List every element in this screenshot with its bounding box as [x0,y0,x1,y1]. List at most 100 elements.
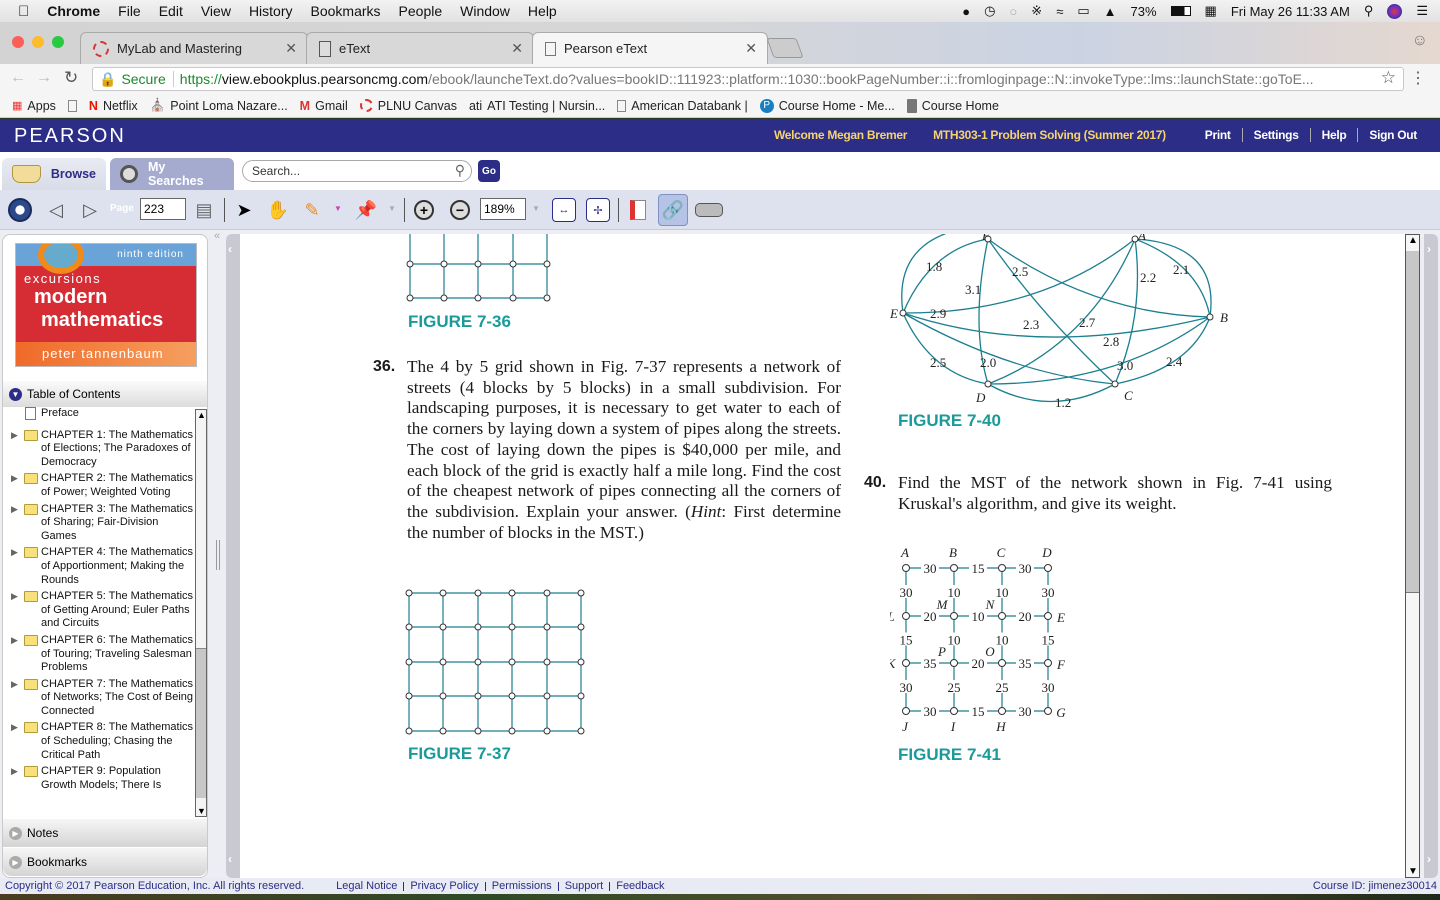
bookmarks-panel-header[interactable]: ▶ Bookmarks [3,848,207,876]
url-bar[interactable]: 🔒 Secure https:// view.ebookplus.pearson… [92,67,1404,91]
scroll-down-icon[interactable]: ▼ [197,806,206,816]
page-scrollbar[interactable]: ▲ ▼ [1405,234,1420,878]
expand-arrow-icon[interactable]: ▶ [11,546,18,560]
menu-history[interactable]: History [249,3,293,19]
back-icon[interactable]: ← [10,69,26,87]
chat-icon[interactable]: ○ [1009,4,1017,19]
evernote-icon[interactable]: ● [962,4,970,19]
history-clock-icon[interactable] [8,198,32,222]
tab-browse[interactable]: Browse [2,158,106,190]
apple-icon[interactable]:  [18,3,29,20]
menu-view[interactable]: View [201,3,231,19]
expand-arrow-icon[interactable]: ▶ [11,634,18,648]
previous-page-icon[interactable]: ◁ [44,198,68,222]
presentation-projector-icon[interactable] [694,198,724,222]
siri-icon[interactable] [1387,3,1403,19]
link-icon[interactable]: 🔗 [658,194,688,226]
legal-notice-link[interactable]: Legal Notice [330,880,403,891]
help-link[interactable]: Help [1309,128,1358,142]
bookmark-course-home-me[interactable]: P Course Home - Me... [759,98,895,113]
volume-icon[interactable]: ▲ [1104,4,1117,19]
hand-pan-icon[interactable]: ✋ [266,198,290,222]
calendar-icon[interactable]: ▦ [1205,3,1217,19]
toc-item[interactable]: ▶ CHAPTER 9: Population Growth Models; Th… [7,765,195,792]
note-dropdown-icon[interactable]: ▼ [388,204,396,213]
toc-item[interactable]: ▶ CHAPTER 4: The Mathematics of Apportion… [7,546,195,587]
scroll-up-icon[interactable]: ▲ [197,410,206,420]
bookmark-point-loma[interactable]: ⛪ Point Loma Nazare... [150,98,288,113]
toc-item[interactable]: Preface [7,407,195,421]
battery-icon[interactable] [1170,6,1191,16]
menu-help[interactable]: Help [528,3,557,19]
zoom-level-input[interactable]: 189% [480,198,526,220]
scroll-up-icon[interactable]: ▲ [1408,235,1418,246]
search-icon[interactable]: ⚲ [455,162,465,179]
menu-bookmarks[interactable]: Bookmarks [311,3,381,19]
zoom-in-icon[interactable]: + [412,198,436,222]
forward-icon[interactable]: → [36,69,52,87]
expand-arrow-icon[interactable]: ▶ [11,429,18,443]
battery-percent[interactable]: 73% [1131,4,1157,19]
search-input[interactable]: Search... ⚲ [242,160,472,182]
menu-app-name[interactable]: Chrome [47,3,100,19]
spotlight-icon[interactable]: ⚲ [1364,3,1374,19]
clock-datetime[interactable]: Fri May 26 11:33 AM [1231,4,1350,19]
expand-arrow-icon[interactable]: ▶ [11,472,18,486]
expand-arrow-icon[interactable]: ▶ [11,678,18,692]
menu-window[interactable]: Window [460,3,510,19]
permissions-link[interactable]: Permissions [484,880,558,891]
select-arrow-icon[interactable]: ➤ [232,198,256,222]
support-link[interactable]: Support [557,880,610,891]
toc-item[interactable]: ▶ CHAPTER 2: The Mathematics of Power; We… [7,472,195,499]
sidebar-resize-handle[interactable] [216,540,220,570]
menu-edit[interactable]: Edit [159,3,183,19]
expand-arrow-icon[interactable]: ▶ [11,765,18,779]
menu-file[interactable]: File [118,3,141,19]
tab-mylab[interactable]: MyLab and Mastering ✕ [80,32,308,64]
tab-pearson-etext[interactable]: Pearson eText ✕ [532,32,768,64]
notes-panel-header[interactable]: ▶ Notes [3,819,207,847]
collapse-sidebar-icon[interactable]: « [214,230,220,242]
bookmark-netflix[interactable]: N Netflix [89,99,138,113]
toc-item[interactable]: ▶ CHAPTER 7: The Mathematics of Networks;… [7,678,195,719]
toc-scroll-thumb[interactable] [196,648,206,798]
settings-link[interactable]: Settings [1241,128,1310,142]
reload-icon[interactable]: ↻ [64,68,78,88]
toc-item[interactable]: ▶ CHAPTER 6: The Mathematics of Touring; … [7,634,195,675]
bookmark-american-databank[interactable]: American Databank | [617,99,748,113]
bookmark-course-home[interactable]: Course Home [906,98,999,113]
expand-arrow-icon[interactable]: ▶ [11,503,18,517]
pushpin-icon[interactable]: 📌 [354,198,378,222]
toc-header[interactable]: ▼ Table of Contents [3,381,207,407]
feedback-link[interactable]: Feedback [609,880,670,891]
airplay-icon[interactable]: ▭ [1077,3,1089,19]
previous-page-rail[interactable]: ‹ ‹ [226,234,240,878]
next-page-rail[interactable]: › › [1424,234,1438,878]
tab-etext[interactable]: eText ✕ [306,32,534,64]
expand-arrow-icon[interactable]: ▶ [11,590,18,604]
page-scroll-thumb[interactable] [1406,251,1419,593]
bookmark-plnu-canvas[interactable]: PLNU Canvas [359,99,457,113]
bookmark-page-icon[interactable] [626,198,650,222]
expand-arrow-icon[interactable]: ▶ [11,721,18,735]
zoom-out-icon[interactable]: − [448,198,472,222]
chrome-menu-icon[interactable]: ⋮ [1410,68,1426,88]
bluetooth-icon[interactable]: ※ [1031,3,1042,19]
profile-icon[interactable]: ☺ [1412,32,1428,50]
highlighter-icon[interactable]: ✎ [300,198,324,222]
new-tab-button[interactable] [766,38,804,58]
toc-item[interactable]: ▶ CHAPTER 1: The Mathematics of Elections… [7,429,195,470]
close-window-button[interactable] [12,36,24,48]
zoom-dropdown-icon[interactable]: ▼ [532,204,540,213]
toc-item[interactable]: ▶ CHAPTER 5: The Mathematics of Getting A… [7,590,195,631]
highlighter-dropdown-icon[interactable]: ▼ [334,204,342,213]
toc-scrollbar[interactable]: ▲ ▼ [195,409,207,817]
toc-item[interactable]: ▶ CHAPTER 3: The Mathematics of Sharing; … [7,503,195,544]
menu-people[interactable]: People [399,3,443,19]
sign-out-link[interactable]: Sign Out [1357,128,1428,142]
tab-my-searches[interactable]: My Searches [110,158,234,190]
fit-width-icon[interactable]: ↔ [552,198,576,222]
fit-page-icon[interactable]: ✢ [586,198,610,222]
maximize-window-button[interactable] [52,36,64,48]
notification-center-icon[interactable]: ☰ [1416,3,1428,19]
